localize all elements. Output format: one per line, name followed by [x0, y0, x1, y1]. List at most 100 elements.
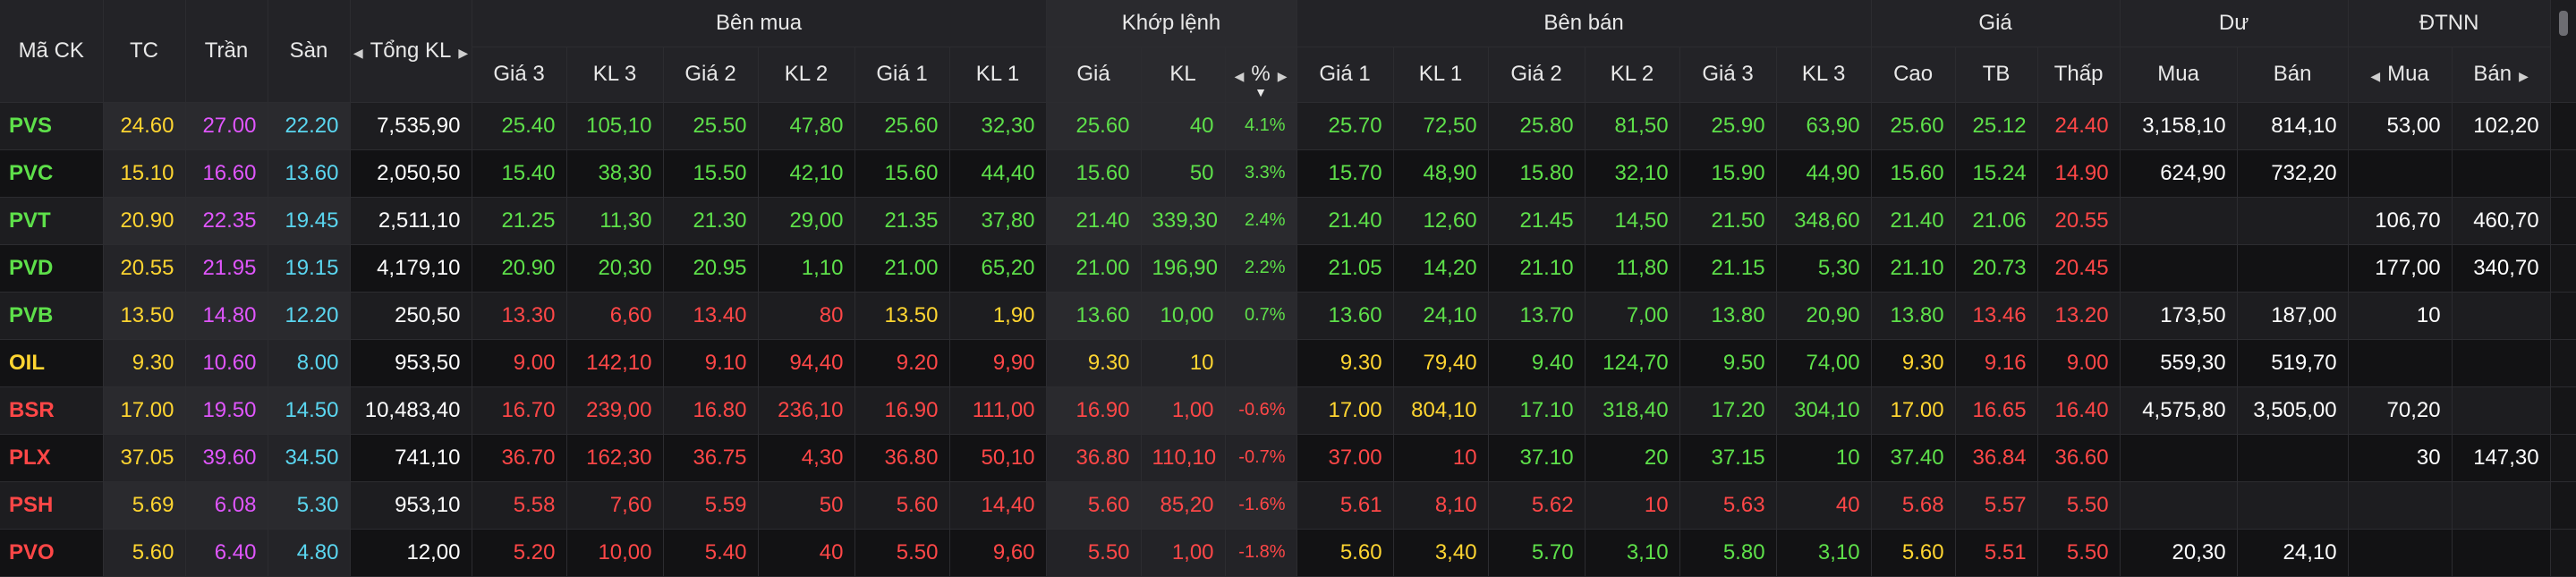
caret-right-icon[interactable]: ▶ — [458, 46, 468, 60]
col-bid-vol2[interactable]: KL 2 — [758, 47, 855, 103]
col-match-change-pct[interactable]: ◀% ▼ ▶ — [1225, 47, 1297, 103]
col-ask-price3[interactable]: Giá 3 — [1679, 47, 1777, 103]
ask-price3-cell[interactable]: 21.15 — [1679, 244, 1777, 293]
bid-price3-cell[interactable]: 21.25 — [472, 197, 567, 245]
stock-row-oil[interactable]: OIL 9.30 10.60 8.00 953,50 9.00 142,10 9.10 94,4… — [0, 339, 2576, 387]
col-match-price[interactable]: Giá — [1046, 47, 1142, 103]
bid-price1-cell[interactable]: 5.60 — [854, 481, 950, 530]
symbol-cell[interactable]: PVD — [0, 244, 104, 293]
caret-left-icon[interactable]: ◀ — [353, 46, 363, 60]
col-ask-price2[interactable]: Giá 2 — [1488, 47, 1586, 103]
bid-price1-cell[interactable]: 13.50 — [854, 292, 950, 340]
bid-price3-cell[interactable]: 5.58 — [472, 481, 567, 530]
bid-price2-cell[interactable]: 15.50 — [663, 149, 759, 198]
caret-right-icon[interactable]: ▶ — [1278, 69, 1288, 83]
col-bid-price1[interactable]: Giá 1 — [854, 47, 950, 103]
caret-left-icon[interactable]: ◀ — [2370, 69, 2380, 83]
bid-price3-cell[interactable]: 13.30 — [472, 292, 567, 340]
bid-price2-cell[interactable]: 5.59 — [663, 481, 759, 530]
col-ask-price1[interactable]: Giá 1 — [1297, 47, 1394, 103]
col-ref-header[interactable]: TC — [103, 0, 186, 103]
stock-row-pvc[interactable]: PVC 15.10 16.60 13.60 2,050,50 15.40 38,30 15.5… — [0, 149, 2576, 198]
col-ask-vol1[interactable]: KL 1 — [1393, 47, 1489, 103]
bid-price2-cell[interactable]: 5.40 — [663, 529, 759, 577]
stock-row-bsr[interactable]: BSR 17.00 19.50 14.50 10,483,40 16.70 239,00 16… — [0, 386, 2576, 435]
ask-price3-cell[interactable]: 25.90 — [1679, 102, 1777, 150]
ask-price2-cell[interactable]: 17.10 — [1488, 386, 1586, 435]
ask-price1-cell[interactable]: 37.00 — [1297, 434, 1394, 482]
stock-row-psh[interactable]: PSH 5.69 6.08 5.30 953,10 5.58 7,60 5.59 50 5.60 1… — [0, 481, 2576, 530]
bid-price2-cell[interactable]: 21.30 — [663, 197, 759, 245]
bid-price1-cell[interactable]: 9.20 — [854, 339, 950, 387]
bid-price1-cell[interactable]: 16.90 — [854, 386, 950, 435]
symbol-cell[interactable]: BSR — [0, 386, 104, 435]
col-ceiling-header[interactable]: Trần — [185, 0, 268, 103]
ask-price2-cell[interactable]: 5.62 — [1488, 481, 1586, 530]
ask-price1-cell[interactable]: 5.60 — [1297, 529, 1394, 577]
symbol-cell[interactable]: PVO — [0, 529, 104, 577]
ask-price3-cell[interactable]: 21.50 — [1679, 197, 1777, 245]
bid-price3-cell[interactable]: 16.70 — [472, 386, 567, 435]
col-high[interactable]: Cao — [1871, 47, 1956, 103]
ask-price1-cell[interactable]: 15.70 — [1297, 149, 1394, 198]
ask-price2-cell[interactable]: 13.70 — [1488, 292, 1586, 340]
symbol-cell[interactable]: PSH — [0, 481, 104, 530]
stock-row-pvb[interactable]: PVB 13.50 14.80 12.20 250,50 13.30 6,60 13.40 80… — [0, 292, 2576, 340]
col-symbol-header[interactable]: Mã CK — [0, 0, 104, 103]
bid-price1-cell[interactable]: 21.00 — [854, 244, 950, 293]
col-bid-price3[interactable]: Giá 3 — [472, 47, 567, 103]
ask-price1-cell[interactable]: 21.40 — [1297, 197, 1394, 245]
col-bid-vol3[interactable]: KL 3 — [566, 47, 664, 103]
col-ask-vol3[interactable]: KL 3 — [1776, 47, 1872, 103]
symbol-cell[interactable]: PVB — [0, 292, 104, 340]
bid-price2-cell[interactable]: 16.80 — [663, 386, 759, 435]
ask-price2-cell[interactable]: 5.70 — [1488, 529, 1586, 577]
scrollbar-header[interactable] — [2550, 0, 2576, 103]
col-ask-vol2[interactable]: KL 2 — [1585, 47, 1680, 103]
ask-price2-cell[interactable]: 9.40 — [1488, 339, 1586, 387]
bid-price2-cell[interactable]: 25.50 — [663, 102, 759, 150]
symbol-cell[interactable]: PVT — [0, 197, 104, 245]
ask-price1-cell[interactable]: 21.05 — [1297, 244, 1394, 293]
ask-price1-cell[interactable]: 25.70 — [1297, 102, 1394, 150]
stock-row-pvt[interactable]: PVT 20.90 22.35 19.45 2,511,10 21.25 11,30 21.3… — [0, 197, 2576, 245]
col-low[interactable]: Thấp — [2037, 47, 2121, 103]
col-average[interactable]: TB — [1955, 47, 2038, 103]
ask-price2-cell[interactable]: 21.10 — [1488, 244, 1586, 293]
ask-price2-cell[interactable]: 21.45 — [1488, 197, 1586, 245]
bid-price3-cell[interactable]: 25.40 — [472, 102, 567, 150]
ask-price3-cell[interactable]: 15.90 — [1679, 149, 1777, 198]
bid-price2-cell[interactable]: 9.10 — [663, 339, 759, 387]
stock-row-pvo[interactable]: PVO 5.60 6.40 4.80 12,00 5.20 10,00 5.40 40 5.50 9… — [0, 529, 2576, 577]
ask-price3-cell[interactable]: 37.15 — [1679, 434, 1777, 482]
col-match-volume[interactable]: KL — [1141, 47, 1226, 103]
stock-row-pvs[interactable]: PVS 24.60 27.00 22.20 7,535,90 25.40 105,10 25.… — [0, 102, 2576, 150]
symbol-cell[interactable]: OIL — [0, 339, 104, 387]
ask-price1-cell[interactable]: 5.61 — [1297, 481, 1394, 530]
ask-price1-cell[interactable]: 13.60 — [1297, 292, 1394, 340]
col-bid-vol1[interactable]: KL 1 — [949, 47, 1047, 103]
ask-price3-cell[interactable]: 5.80 — [1679, 529, 1777, 577]
bid-price1-cell[interactable]: 21.35 — [854, 197, 950, 245]
ask-price3-cell[interactable]: 5.63 — [1679, 481, 1777, 530]
bid-price3-cell[interactable]: 5.20 — [472, 529, 567, 577]
ask-price1-cell[interactable]: 9.30 — [1297, 339, 1394, 387]
bid-price1-cell[interactable]: 25.60 — [854, 102, 950, 150]
ask-price3-cell[interactable]: 13.80 — [1679, 292, 1777, 340]
bid-price3-cell[interactable]: 20.90 — [472, 244, 567, 293]
ask-price2-cell[interactable]: 15.80 — [1488, 149, 1586, 198]
col-foreign-buy[interactable]: ◀ Mua — [2348, 47, 2453, 103]
bid-price1-cell[interactable]: 5.50 — [854, 529, 950, 577]
bid-price1-cell[interactable]: 15.60 — [854, 149, 950, 198]
caret-left-icon[interactable]: ◀ — [1235, 69, 1245, 83]
ask-price3-cell[interactable]: 17.20 — [1679, 386, 1777, 435]
symbol-cell[interactable]: PLX — [0, 434, 104, 482]
bid-price1-cell[interactable]: 36.80 — [854, 434, 950, 482]
stock-row-plx[interactable]: PLX 37.05 39.60 34.50 741,10 36.70 162,30 36.75… — [0, 434, 2576, 482]
bid-price3-cell[interactable]: 36.70 — [472, 434, 567, 482]
ask-price3-cell[interactable]: 9.50 — [1679, 339, 1777, 387]
symbol-cell[interactable]: PVS — [0, 102, 104, 150]
vertical-scrollbar-thumb[interactable] — [2559, 11, 2569, 36]
col-total-volume-header[interactable]: ◀ Tổng KL ▶ — [350, 0, 472, 103]
col-floor-header[interactable]: Sàn — [268, 0, 351, 103]
